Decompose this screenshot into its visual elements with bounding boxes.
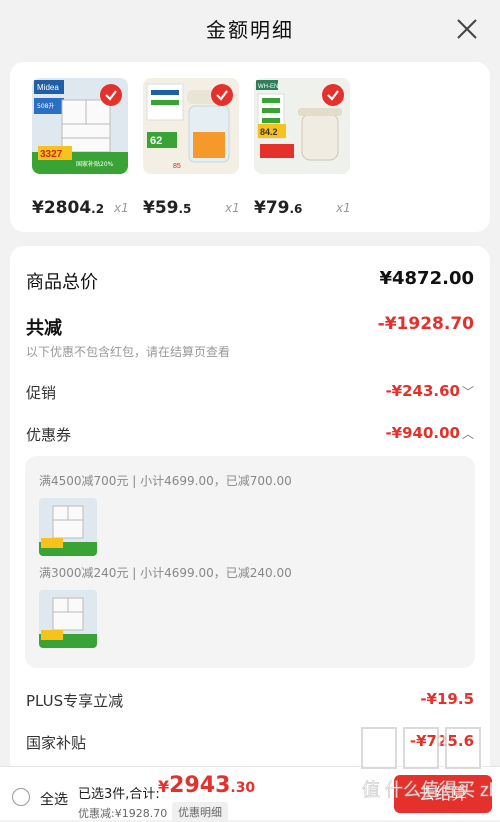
- product-qty: x1: [114, 201, 129, 215]
- selected-check-icon[interactable]: [100, 84, 122, 106]
- product-price: ¥79.6: [254, 198, 303, 218]
- plus-discount-value: -¥19.5: [420, 690, 474, 708]
- checkout-bar: 全选 已选3件,合计: ¥2943.30 优惠减:¥1928.70 优惠明细 去…: [0, 766, 500, 822]
- gov-subsidy-label: 国家补贴: [26, 734, 87, 752]
- discount-value: -¥1928.70: [377, 314, 474, 334]
- discount-label: 共减: [26, 318, 62, 339]
- coupon-product-thumb: [39, 498, 97, 556]
- footer-total: ¥2943.30: [158, 773, 256, 798]
- gov-subsidy-value: -¥725.6: [409, 732, 474, 750]
- select-all-radio[interactable]: [12, 788, 30, 806]
- close-icon[interactable]: [452, 14, 482, 44]
- svg-text:85: 85: [173, 163, 181, 170]
- svg-text:国家补贴20%: 国家补贴20%: [76, 160, 114, 168]
- coupon-value: -¥940.00 ︿: [385, 424, 474, 442]
- selected-info: 已选3件,合计:: [78, 787, 160, 802]
- product-image-chopper: 62 85: [143, 78, 239, 174]
- product-qty: x1: [336, 201, 351, 215]
- selected-check-icon[interactable]: [211, 84, 233, 106]
- page-title: 金额明细: [206, 18, 294, 42]
- chevron-up-icon[interactable]: ︿: [462, 425, 474, 442]
- discount-detail-link[interactable]: 优惠明细: [172, 802, 228, 822]
- svg-text:Midea: Midea: [37, 83, 59, 92]
- product-image-fridge: Midea 508升 3327 国家补贴20%: [32, 78, 128, 174]
- product-card: Midea 508升 3327 国家补贴20% ¥2804.2 x1 62 85…: [10, 62, 490, 232]
- svg-text:3327: 3327: [40, 149, 63, 160]
- product-price: ¥2804.2: [32, 198, 105, 218]
- plus-discount-label: PLUS专享立减: [26, 692, 124, 710]
- checkout-button[interactable]: 去结算: [394, 775, 492, 813]
- selected-check-icon[interactable]: [322, 84, 344, 106]
- coupon-breakdown: 满4500减700元 | 小计4699.00，已减700.00 满3000减24…: [25, 456, 475, 668]
- total-price-label: 商品总价: [26, 272, 98, 293]
- amount-details: 商品总价 ¥4872.00 共减 -¥1928.70 以下优惠不包含红包，请在结…: [10, 246, 490, 766]
- coupon-item-text: 满3000减240元 | 小计4699.00，已减240.00: [39, 566, 292, 580]
- svg-text:WH-EN: WH-EN: [258, 84, 278, 90]
- coupon-product-thumb: [39, 590, 97, 648]
- promo-label: 促销: [26, 384, 57, 402]
- promo-value: -¥243.60 ﹀: [385, 382, 474, 400]
- select-all-label[interactable]: 全选: [40, 789, 68, 809]
- svg-text:508升: 508升: [37, 102, 54, 110]
- product-item[interactable]: WH-EN 84.2 ¥79.6 x1: [254, 78, 354, 218]
- svg-text:84.2: 84.2: [260, 127, 278, 137]
- header: 金额明细: [0, 0, 500, 60]
- coupon-item-text: 满4500减700元 | 小计4699.00，已减700.00: [39, 474, 292, 488]
- chevron-down-icon[interactable]: ﹀: [462, 383, 474, 400]
- product-image-kettle: WH-EN 84.2: [254, 78, 350, 174]
- coupon-label: 优惠券: [26, 426, 72, 444]
- svg-text:62: 62: [150, 135, 162, 147]
- discount-note: 以下优惠不包含红包，请在结算页查看: [26, 345, 231, 359]
- product-price: ¥59.5: [143, 198, 192, 218]
- product-item[interactable]: 62 85 ¥59.5 x1: [143, 78, 243, 218]
- product-qty: x1: [225, 201, 240, 215]
- product-item[interactable]: Midea 508升 3327 国家补贴20% ¥2804.2 x1: [32, 78, 132, 218]
- total-price-value: ¥4872.00: [379, 268, 474, 289]
